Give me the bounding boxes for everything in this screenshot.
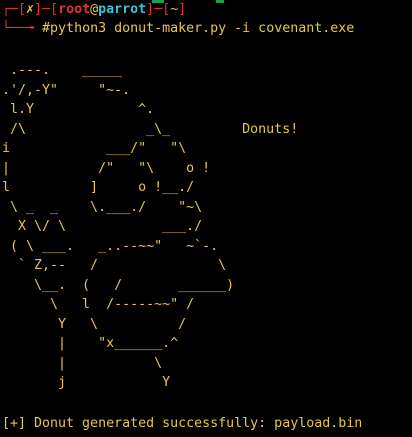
top-strip-highlight-2: [216, 0, 224, 3]
prompt-symbol: #: [42, 21, 51, 36]
terminal-window[interactable]: ┌─[✗]─[root@parrot]─[~] └──╼ #python3 do…: [0, 0, 412, 437]
prompt-status-mark: ✗: [26, 2, 35, 17]
prompt-line-1: ┌─[✗]─[root@parrot]─[~]: [2, 0, 186, 20]
prompt-line2-prefix: └──╼: [2, 21, 43, 36]
prompt-host: parrot: [98, 2, 147, 17]
prompt-at: @: [90, 2, 99, 17]
status-message: [+] Donut generated successfully: payloa…: [2, 416, 363, 431]
prompt-bracket-open: ┌─[: [2, 2, 27, 17]
donut-ascii-art: .---. _____ .'/,-Y" "~-. l.Y ^. /\ _\_ D…: [2, 63, 299, 390]
prompt-user: root: [58, 2, 91, 17]
prompt-line-2: └──╼ #python3 donut-maker.py -i covenant…: [2, 19, 354, 38]
command-text: python3 donut-maker.py -i covenant.exe: [50, 21, 355, 36]
prompt-separator-2: ]─[: [146, 2, 171, 17]
prompt-separator-1: ]─[: [34, 2, 59, 17]
prompt-bracket-close: ]: [178, 2, 187, 17]
